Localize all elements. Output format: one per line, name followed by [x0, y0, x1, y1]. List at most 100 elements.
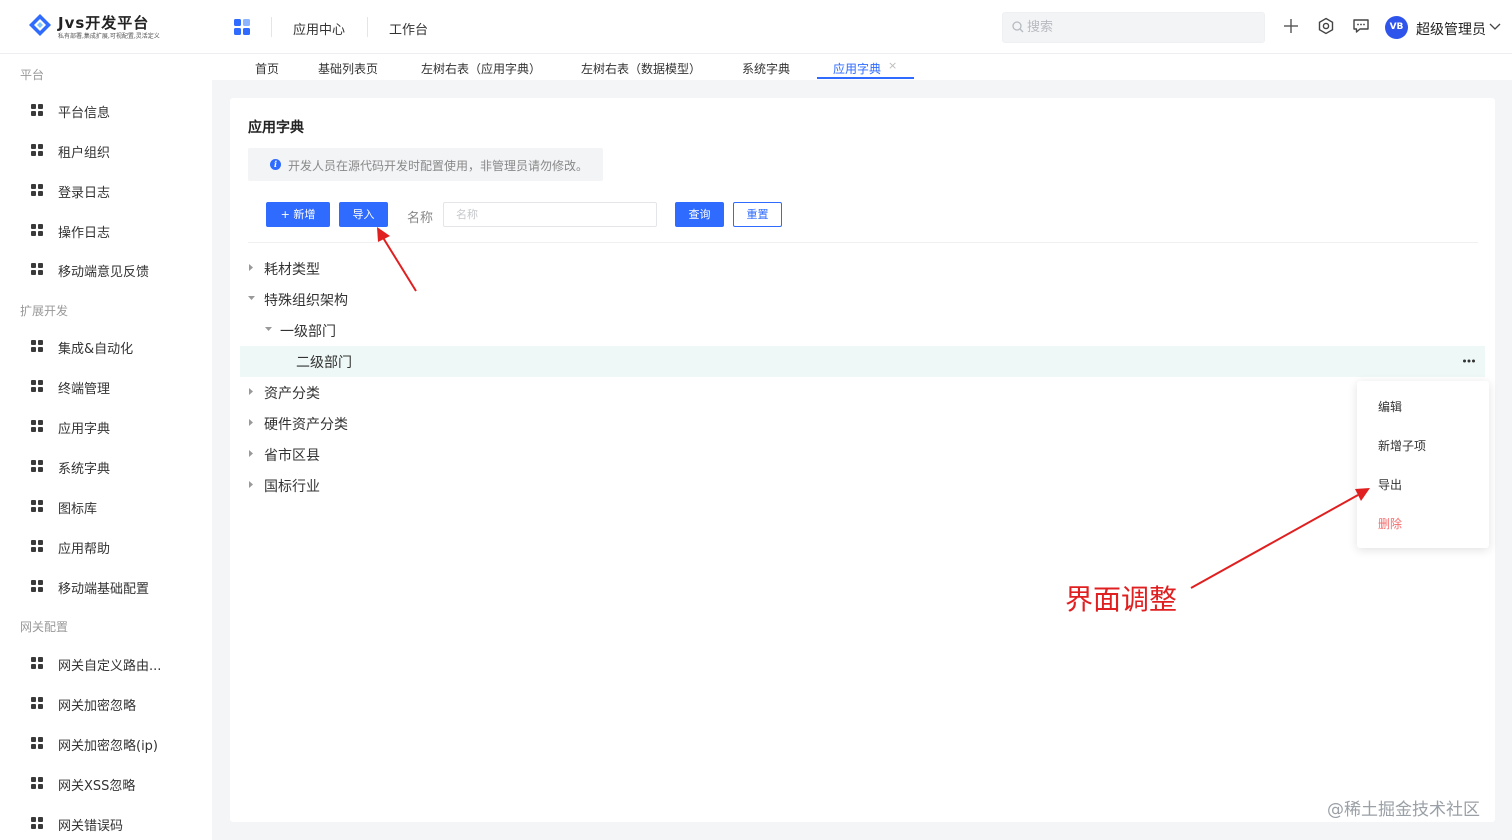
- grid-icon: [31, 263, 44, 276]
- sidebar-item-operation-log[interactable]: 操作日志: [0, 211, 212, 251]
- tree-node[interactable]: 省市区县: [240, 439, 1485, 470]
- search-input[interactable]: [1027, 17, 1257, 38]
- chevron-down-icon[interactable]: [1489, 23, 1501, 31]
- caret-right-icon[interactable]: [248, 419, 255, 426]
- tree-node[interactable]: 硬件资产分类: [240, 408, 1485, 439]
- grid-icon: [31, 420, 44, 433]
- sidebar-item-platform-info[interactable]: 平台信息: [0, 91, 212, 131]
- tab-home[interactable]: 首页: [255, 60, 279, 77]
- grid-icon: [31, 380, 44, 393]
- nav-workbench[interactable]: 工作台: [389, 19, 428, 38]
- annotation-label: 界面调整: [1065, 583, 1178, 616]
- grid-icon: [31, 144, 44, 157]
- logo-icon: [29, 14, 51, 36]
- sidebar-item-integration[interactable]: 集成&自动化: [0, 327, 212, 367]
- sidebar-item-label: 应用帮助: [58, 542, 111, 557]
- tree-node[interactable]: 耗材类型: [240, 253, 1485, 284]
- tree-node[interactable]: 一级部门: [240, 315, 1485, 346]
- sidebar-group-title: 网关配置: [20, 620, 69, 634]
- caret-right-icon[interactable]: [248, 388, 255, 395]
- tree-node-label: 资产分类: [264, 386, 320, 402]
- reset-button[interactable]: 重置: [733, 202, 782, 227]
- name-input[interactable]: [443, 202, 657, 227]
- message-icon[interactable]: [1351, 16, 1371, 36]
- sidebar-item-label: 网关加密忽略(ip): [58, 739, 159, 754]
- tree-node[interactable]: 资产分类: [240, 377, 1485, 408]
- tab-basic-list[interactable]: 基础列表页: [318, 60, 378, 77]
- grid-icon: [31, 657, 44, 670]
- sidebar-item-app-help[interactable]: 应用帮助: [0, 527, 212, 567]
- import-button[interactable]: 导入: [339, 202, 388, 227]
- menu-item-edit[interactable]: 编辑: [1378, 398, 1402, 415]
- tree-node-selected[interactable]: 二级部门: [240, 346, 1485, 377]
- menu-item-add-child[interactable]: 新增子项: [1378, 437, 1426, 454]
- sidebar-item-label: 网关XSS忽略: [58, 779, 136, 794]
- sidebar-item-mobile-feedback[interactable]: 移动端意见反馈: [0, 250, 212, 290]
- tree-node[interactable]: 特殊组织架构: [240, 284, 1485, 315]
- tab-tree-table-app-dict[interactable]: 左树右表（应用字典）: [421, 60, 541, 77]
- tree-node-label: 国标行业: [264, 479, 320, 495]
- top-header: Jvs开发平台 私有部署,集成扩展,可视配置,灵活定义 应用中心 工作台 VB …: [0, 0, 1512, 54]
- avatar[interactable]: VB: [1385, 16, 1408, 39]
- header-separator: [367, 17, 368, 37]
- tab-close-icon[interactable]: ×: [888, 59, 897, 72]
- tree-node-label: 硬件资产分类: [264, 417, 348, 433]
- sidebar-item-gateway-encrypt-ignore[interactable]: 网关加密忽略: [0, 684, 212, 724]
- header-separator: [271, 17, 272, 37]
- caret-right-icon[interactable]: [248, 481, 255, 488]
- query-button[interactable]: 查询: [675, 202, 724, 227]
- nav-app-center[interactable]: 应用中心: [293, 19, 345, 38]
- sidebar-item-label: 登录日志: [58, 186, 111, 201]
- grid-icon: [31, 184, 44, 197]
- caret-right-icon[interactable]: [248, 450, 255, 457]
- app-grid-icon[interactable]: [234, 19, 250, 35]
- sidebar-item-system-dict[interactable]: 系统字典: [0, 447, 212, 487]
- sidebar-item-gateway-xss-ignore[interactable]: 网关XSS忽略: [0, 764, 212, 804]
- source-watermark: @稀土掘金技术社区: [1327, 800, 1480, 820]
- menu-item-export[interactable]: 导出: [1378, 476, 1402, 493]
- tree-node-label: 省市区县: [264, 448, 320, 464]
- sidebar-item-mobile-config[interactable]: 移动端基础配置: [0, 567, 212, 607]
- tree-node-label: 二级部门: [296, 355, 352, 371]
- sidebar-item-label: 应用字典: [58, 422, 111, 437]
- sidebar-item-label: 网关加密忽略: [58, 699, 137, 714]
- user-name[interactable]: 超级管理员: [1416, 19, 1486, 39]
- grid-icon: [31, 540, 44, 553]
- grid-icon: [31, 777, 44, 790]
- sidebar-item-tenant-org[interactable]: 租户组织: [0, 131, 212, 171]
- sidebar-item-login-log[interactable]: 登录日志: [0, 171, 212, 211]
- sidebar-item-gateway-encrypt-ignore-ip[interactable]: 网关加密忽略(ip): [0, 724, 212, 764]
- grid-icon: [31, 737, 44, 750]
- sidebar-item-label: 租户组织: [58, 146, 111, 161]
- tab-system-dict[interactable]: 系统字典: [742, 60, 790, 77]
- tab-tree-table-data-model[interactable]: 左树右表（数据模型）: [581, 60, 701, 77]
- sidebar-item-app-dict[interactable]: 应用字典: [0, 407, 212, 447]
- tree-node[interactable]: 国标行业: [240, 470, 1485, 501]
- tab-app-dict[interactable]: 应用字典: [833, 60, 881, 77]
- sidebar-item-terminal[interactable]: 终端管理: [0, 367, 212, 407]
- main-card: 应用字典 i 开发人员在源代码开发时配置使用，非管理员请勿修改。 + 新增 导入…: [230, 98, 1495, 822]
- context-menu: 编辑 新增子项 导出 删除: [1357, 381, 1489, 548]
- sidebar-item-gateway-route[interactable]: 网关自定义路由...: [0, 644, 212, 684]
- sidebar-item-label: 平台信息: [58, 106, 111, 121]
- grid-icon: [31, 340, 44, 353]
- logo[interactable]: Jvs开发平台 私有部署,集成扩展,可视配置,灵活定义: [28, 12, 188, 42]
- menu-item-delete[interactable]: 删除: [1378, 515, 1402, 532]
- sidebar-item-gateway-error-code[interactable]: 网关错误码: [0, 804, 212, 840]
- logo-title: Jvs开发平台: [58, 14, 150, 32]
- sidebar-item-label: 网关自定义路由...: [58, 659, 162, 674]
- search-box[interactable]: [1002, 12, 1265, 43]
- plus-icon[interactable]: [1281, 16, 1301, 36]
- caret-down-icon[interactable]: [248, 295, 255, 302]
- caret-down-icon[interactable]: [265, 326, 272, 333]
- notice-banner: i 开发人员在源代码开发时配置使用，非管理员请勿修改。: [248, 148, 603, 181]
- add-button[interactable]: + 新增: [266, 202, 330, 227]
- tab-bar: 首页 基础列表页 左树右表（应用字典） 左树右表（数据模型） 系统字典 应用字典…: [212, 54, 1512, 80]
- caret-right-icon[interactable]: [248, 264, 255, 271]
- divider: [248, 242, 1478, 243]
- gear-icon[interactable]: [1316, 16, 1336, 36]
- notice-text: 开发人员在源代码开发时配置使用，非管理员请勿修改。: [288, 159, 589, 173]
- grid-icon: [31, 460, 44, 473]
- more-icon[interactable]: [1462, 354, 1476, 368]
- sidebar-item-icon-library[interactable]: 图标库: [0, 487, 212, 527]
